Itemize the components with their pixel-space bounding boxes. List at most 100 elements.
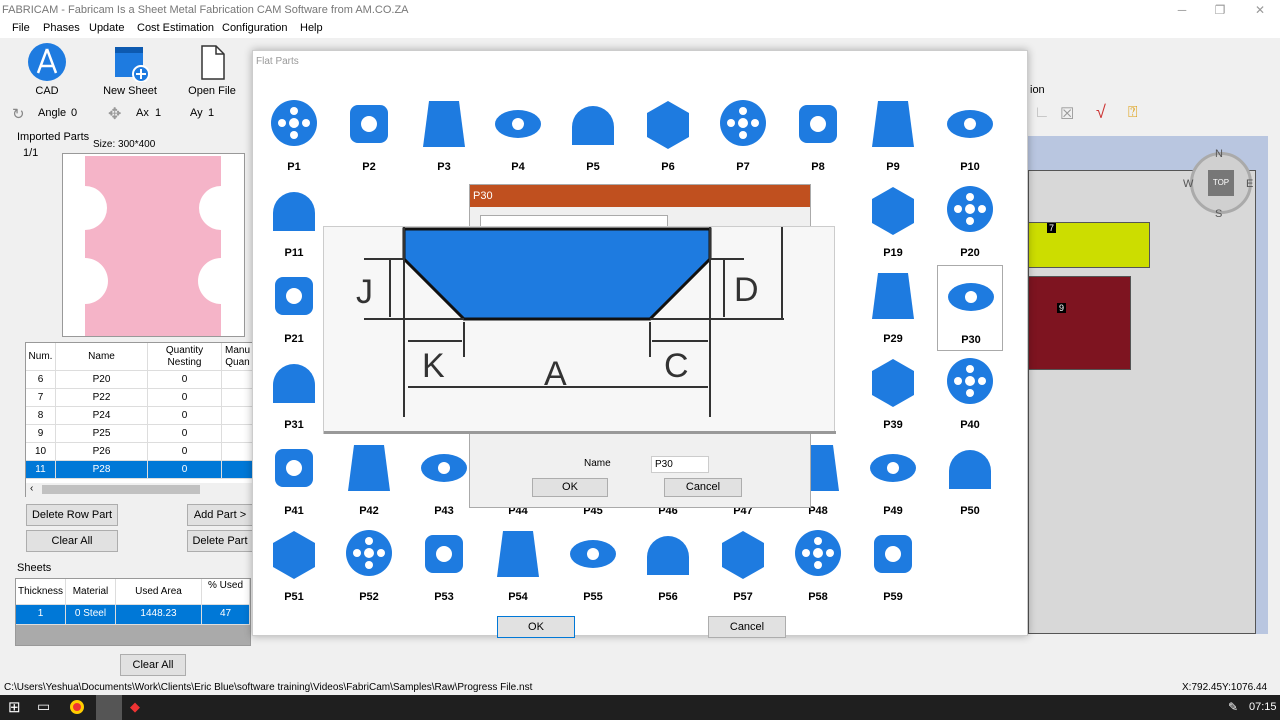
part-tile-p40[interactable]: P40 — [937, 351, 1003, 437]
table-cell[interactable] — [222, 371, 254, 389]
part-tile-p11[interactable]: P11 — [261, 179, 327, 265]
table-cell[interactable]: 0 — [148, 425, 222, 443]
table-cell[interactable]: 0 — [148, 407, 222, 425]
clear-all-parts-button[interactable]: Clear All — [26, 530, 118, 552]
table-cell[interactable]: P22 — [56, 389, 148, 407]
maximize-button[interactable]: ❐ — [1200, 0, 1240, 20]
part-tile-p9[interactable]: P9 — [860, 93, 926, 179]
menu-file[interactable]: File — [12, 22, 30, 34]
ax-input[interactable]: 1 — [152, 105, 184, 123]
part-tile-p57[interactable]: P57 — [710, 523, 776, 609]
table-cell[interactable]: 10 — [26, 443, 56, 461]
table-cell[interactable]: 0 — [148, 443, 222, 461]
pen-icon[interactable]: ✎ — [1228, 700, 1238, 714]
table-cell[interactable]: P24 — [56, 407, 148, 425]
table-cell[interactable] — [222, 389, 254, 407]
part-tile-p31[interactable]: P31 — [261, 351, 327, 437]
part-tile-p54[interactable]: P54 — [485, 523, 551, 609]
table-scrollbar[interactable]: ‹ — [26, 483, 252, 497]
part-tile-p5[interactable]: P5 — [560, 93, 626, 179]
part-tile-p55[interactable]: P55 — [560, 523, 626, 609]
fabricam-taskbar-icon[interactable] — [96, 695, 122, 720]
minimize-button[interactable]: ─ — [1162, 0, 1202, 20]
table-cell[interactable]: 0 — [148, 389, 222, 407]
part-tile-p6[interactable]: P6 — [635, 93, 701, 179]
part-tile-p1[interactable]: P1 — [261, 93, 327, 179]
clear-all-sheets-button[interactable]: Clear All — [120, 654, 186, 676]
compass-top[interactable]: TOP — [1208, 170, 1234, 196]
p30-ok-button[interactable]: OK — [532, 478, 608, 497]
col-thickness[interactable]: Thickness — [16, 579, 66, 605]
part-tile-p56[interactable]: P56 — [635, 523, 701, 609]
scroll-left-icon[interactable]: ‹ — [30, 483, 33, 494]
p30-cancel-button[interactable]: Cancel — [664, 478, 742, 497]
part-tile-p53[interactable]: P53 — [411, 523, 477, 609]
part-tile-p4[interactable]: P4 — [485, 93, 551, 179]
ruler-icon[interactable]: ∟ — [1034, 104, 1050, 122]
table-cell[interactable]: 0 — [148, 461, 222, 479]
part-tile-p30[interactable]: P30 — [937, 265, 1003, 351]
delete-part-button[interactable]: Delete Part — [187, 530, 253, 552]
part-tile-p19[interactable]: P19 — [860, 179, 926, 265]
part-tile-p50[interactable]: P50 — [937, 437, 1003, 523]
col-used-area[interactable]: Used Area — [116, 579, 202, 605]
delete-row-part-button[interactable]: Delete Row Part — [26, 504, 118, 526]
part-tile-p42[interactable]: P42 — [336, 437, 402, 523]
col-used-pct[interactable]: % Used — [202, 579, 250, 605]
part-tile-p41[interactable]: P41 — [261, 437, 327, 523]
help-icon[interactable]: ⍰ — [1128, 104, 1138, 122]
add-part-button[interactable]: Add Part > — [187, 504, 253, 526]
ay-input[interactable]: 1 — [205, 105, 237, 123]
delete-box-icon[interactable]: ☒ — [1060, 104, 1074, 124]
scroll-thumb[interactable] — [42, 485, 200, 494]
menu-phases[interactable]: Phases — [43, 22, 80, 34]
nest-canvas[interactable]: 7 9 TOP N S W E — [1028, 136, 1268, 634]
table-cell[interactable]: 8 — [26, 407, 56, 425]
menu-help[interactable]: Help — [300, 22, 323, 34]
part-tile-p51[interactable]: P51 — [261, 523, 327, 609]
menu-update[interactable]: Update — [89, 22, 124, 34]
view-compass[interactable]: TOP — [1190, 152, 1252, 214]
new-sheet-button[interactable]: New Sheet — [100, 42, 160, 97]
rotate-icon[interactable]: ↻ — [12, 105, 25, 123]
table-cell[interactable]: 6 — [26, 371, 56, 389]
col-quantity[interactable]: Quantity Nesting — [148, 343, 222, 371]
close-button[interactable]: ✕ — [1240, 0, 1280, 20]
col-manu[interactable]: Manu Quan — [222, 343, 254, 371]
recorder-icon[interactable]: ◆ — [130, 699, 140, 715]
col-material[interactable]: Material — [66, 579, 116, 605]
move-icon[interactable]: ✥ — [108, 104, 121, 124]
part-tile-p59[interactable]: P59 — [860, 523, 926, 609]
sheet-cell[interactable]: 47 — [202, 605, 250, 625]
part-tile-p3[interactable]: P3 — [411, 93, 477, 179]
flat-cancel-button[interactable]: Cancel — [708, 616, 786, 638]
sheet-cell[interactable]: 1 — [16, 605, 66, 625]
windows-start-icon[interactable]: ⊞ — [8, 698, 21, 716]
part-tile-p20[interactable]: P20 — [937, 179, 1003, 265]
part-tile-p29[interactable]: P29 — [860, 265, 926, 351]
name-input[interactable]: P30 — [651, 456, 709, 473]
part-tile-p52[interactable]: P52 — [336, 523, 402, 609]
col-num[interactable]: Num. — [26, 343, 56, 371]
angle-input[interactable]: 0 — [68, 105, 96, 123]
cad-button[interactable]: CAD — [22, 42, 72, 97]
open-file-button[interactable]: Open File — [184, 42, 240, 97]
task-view-icon[interactable]: ▭ — [37, 698, 50, 715]
flat-ok-button[interactable]: OK — [497, 616, 575, 638]
table-cell[interactable]: P26 — [56, 443, 148, 461]
table-cell[interactable]: P28 — [56, 461, 148, 479]
table-cell[interactable]: P25 — [56, 425, 148, 443]
table-cell[interactable] — [222, 425, 254, 443]
part-tile-p39[interactable]: P39 — [860, 351, 926, 437]
table-cell[interactable] — [222, 461, 254, 479]
table-cell[interactable] — [222, 443, 254, 461]
table-cell[interactable]: 7 — [26, 389, 56, 407]
table-cell[interactable]: P20 — [56, 371, 148, 389]
check-icon[interactable]: √ — [1096, 102, 1106, 123]
sheet-cell[interactable]: 1448.23 — [116, 605, 202, 625]
sheet-cell[interactable]: 0 Steel — [66, 605, 116, 625]
chrome-icon[interactable] — [70, 700, 84, 714]
part-tile-p58[interactable]: P58 — [785, 523, 851, 609]
table-cell[interactable]: 11 — [26, 461, 56, 479]
part-tile-p10[interactable]: P10 — [937, 93, 1003, 179]
